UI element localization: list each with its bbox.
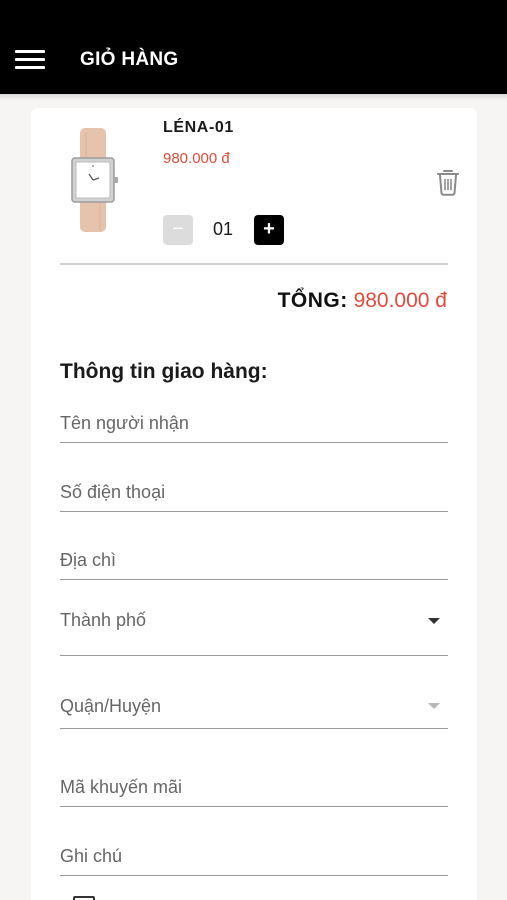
trash-icon[interactable] (435, 168, 461, 196)
district-dropdown-icon (428, 703, 440, 709)
app-bar-shadow (0, 94, 507, 100)
promo-code-field[interactable] (60, 757, 448, 807)
decrease-quantity-button[interactable]: − (163, 215, 193, 245)
quantity-value: 01 (212, 219, 234, 239)
district-select[interactable]: Quận/Huyện (60, 684, 448, 729)
city-select[interactable]: Thành phố (60, 600, 448, 656)
address-field[interactable] (60, 532, 448, 580)
total-value: 980.000 đ (353, 289, 447, 312)
menu-icon[interactable] (15, 50, 45, 70)
phone-input[interactable] (60, 482, 448, 503)
recipient-name-input[interactable] (60, 413, 448, 434)
wristwatch-image (71, 128, 118, 232)
note-field[interactable] (60, 826, 448, 876)
product-price: 980.000 đ (163, 150, 230, 167)
app-bar: GIỎ HÀNG (0, 0, 507, 94)
total-label: TỔNG: (277, 289, 348, 312)
city-dropdown-icon (428, 618, 440, 624)
note-input[interactable] (60, 846, 448, 867)
page-title: GIỎ HÀNG (80, 49, 179, 70)
promo-code-input[interactable] (60, 777, 448, 798)
cart-divider (60, 263, 448, 265)
phone-field[interactable] (60, 464, 448, 512)
increase-quantity-button[interactable]: + (254, 215, 284, 245)
checkbox[interactable] (73, 896, 95, 900)
cart-total: TỔNG: 980.000 đ (278, 289, 447, 313)
city-select-label: Thành phố (60, 610, 147, 630)
address-input[interactable] (60, 550, 448, 571)
product-name: LÉNA-01 (163, 119, 234, 136)
district-select-label: Quận/Huyện (60, 696, 162, 716)
recipient-name-field[interactable] (60, 395, 448, 443)
shipping-section-title: Thông tin giao hàng: (60, 360, 268, 383)
